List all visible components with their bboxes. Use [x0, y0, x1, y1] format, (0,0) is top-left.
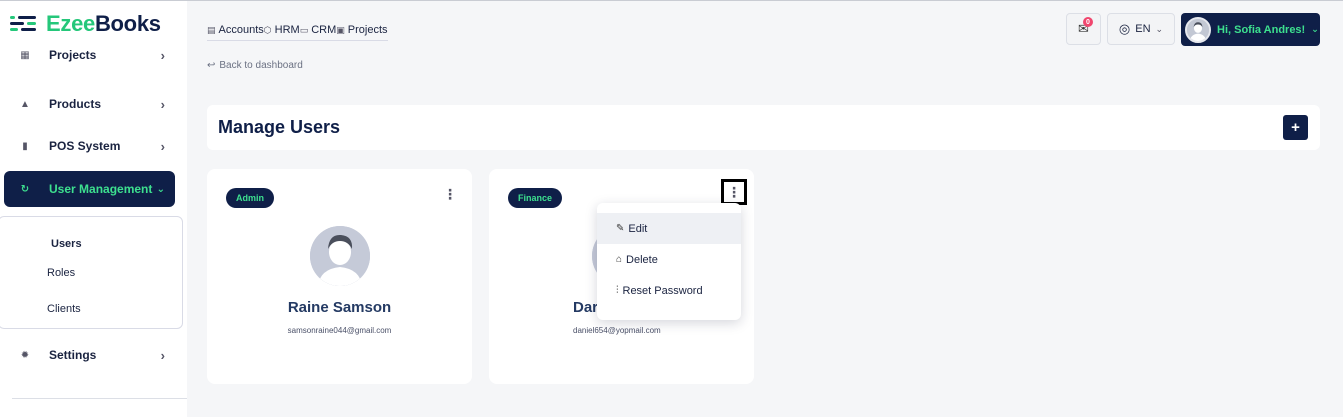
building-icon: ▦	[20, 49, 30, 61]
chevron-down-icon: ⌄	[156, 183, 165, 195]
more-options-icon[interactable]: ⋮	[439, 183, 461, 205]
module-link-crm[interactable]: ▭ CRM	[300, 24, 337, 36]
menu-item-edit[interactable]: ✎ Edit	[597, 213, 741, 244]
user-email: samsonraine044@gmail.com	[287, 326, 392, 335]
chevron-right-icon: ›	[160, 47, 165, 63]
more-options-icon[interactable]: ⋮	[721, 179, 747, 205]
back-to-dashboard-link[interactable]: ↩ Back to dashboard	[207, 60, 303, 71]
pencil-icon: ✎	[616, 223, 625, 234]
user-card: Admin ⋮ Raine Samson samsonraine044@gmai…	[207, 169, 472, 384]
sliders-icon: ⫶	[616, 285, 619, 296]
module-link-projects[interactable]: ▣ Projects	[336, 24, 387, 36]
submenu-item-roles[interactable]: Roles	[47, 267, 75, 279]
user-actions-menu: ✎ Edit ⌂ Delete ⫶ Reset Password	[597, 203, 741, 320]
chevron-right-icon: ›	[160, 96, 165, 112]
gear-icon: ✹	[20, 349, 30, 361]
chevron-right-icon: ›	[160, 138, 165, 154]
sidebar-item-settings[interactable]: ✹ Settings ›	[4, 337, 175, 373]
users-cycle-icon: ↻	[20, 183, 30, 195]
submenu-item-users[interactable]: Users	[51, 238, 82, 250]
sidebar-item-label: Projects	[49, 48, 97, 62]
sidebar-item-label: POS System	[49, 139, 121, 153]
module-links: ▤ Accounts ⬡ HRM ▭ CRM ▣ Projects	[207, 23, 388, 41]
chevron-down-icon: ⌄	[1155, 23, 1164, 34]
user-menu-button[interactable]: Hi, Sofia Andres! ⌄	[1181, 13, 1320, 46]
pos-terminal-icon: ▮	[22, 140, 28, 152]
return-arrow-icon: ↩	[207, 60, 216, 71]
sidebar-item-projects[interactable]: ▦ Projects ›	[4, 46, 175, 80]
user-name: Raine Samson	[287, 299, 392, 316]
window-icon: ▭	[299, 24, 309, 35]
sidebar-divider	[12, 398, 187, 399]
language-code: EN	[1135, 23, 1151, 35]
sidebar-item-label: User Management	[49, 182, 153, 196]
submenu-item-clients[interactable]: Clients	[47, 303, 81, 315]
sidebar-item-products[interactable]: ▲ Products ›	[4, 86, 175, 122]
cube-icon: ⬡	[263, 24, 272, 35]
calculator-icon: ▤	[207, 24, 216, 35]
role-badge: Admin	[226, 188, 274, 208]
role-badge: Finance	[508, 188, 563, 208]
page-header: Manage Users +	[207, 105, 1320, 150]
page-title: Manage Users	[218, 117, 341, 137]
logo-mark-icon	[10, 15, 38, 33]
globe-icon: ◎	[1118, 21, 1131, 36]
trash-icon: ⌂	[616, 254, 623, 265]
avatar	[1185, 16, 1211, 43]
message-count-badge: 0	[1083, 17, 1093, 27]
logo[interactable]: EzeeBooks	[10, 9, 161, 39]
user-email: daniel654@yopmail.com	[573, 326, 661, 335]
sidebar-item-user-management[interactable]: ↻ User Management ⌄	[4, 171, 175, 207]
logo-text: EzeeBooks	[46, 11, 161, 36]
chevron-right-icon: ›	[160, 347, 165, 363]
menu-item-delete[interactable]: ⌂ Delete	[597, 244, 741, 275]
sidebar-item-pos-system[interactable]: ▮ POS System ›	[4, 128, 175, 164]
boxes-icon: ▲	[20, 98, 30, 110]
sidebar-item-label: Products	[49, 97, 102, 111]
sidebar-item-label: Settings	[49, 348, 97, 362]
avatar	[309, 226, 370, 286]
sidebar: EzeeBooks ▦ Projects › ▲ Products › ▮ PO…	[0, 1, 187, 417]
module-link-accounts[interactable]: ▤ Accounts	[207, 24, 264, 36]
chevron-down-icon: ⌄	[1311, 24, 1319, 34]
messages-button[interactable]: ✉ 0	[1066, 13, 1101, 45]
add-user-button[interactable]: +	[1283, 115, 1308, 140]
user-management-submenu: Users Roles Clients	[0, 216, 183, 329]
user-greeting: Hi, Sofia Andres!	[1217, 23, 1306, 36]
board-icon: ▣	[336, 24, 345, 35]
language-selector[interactable]: ◎ EN ⌄	[1107, 13, 1175, 45]
menu-item-reset-password[interactable]: ⫶ Reset Password	[597, 275, 741, 306]
module-link-hrm[interactable]: ⬡ HRM	[264, 24, 300, 36]
